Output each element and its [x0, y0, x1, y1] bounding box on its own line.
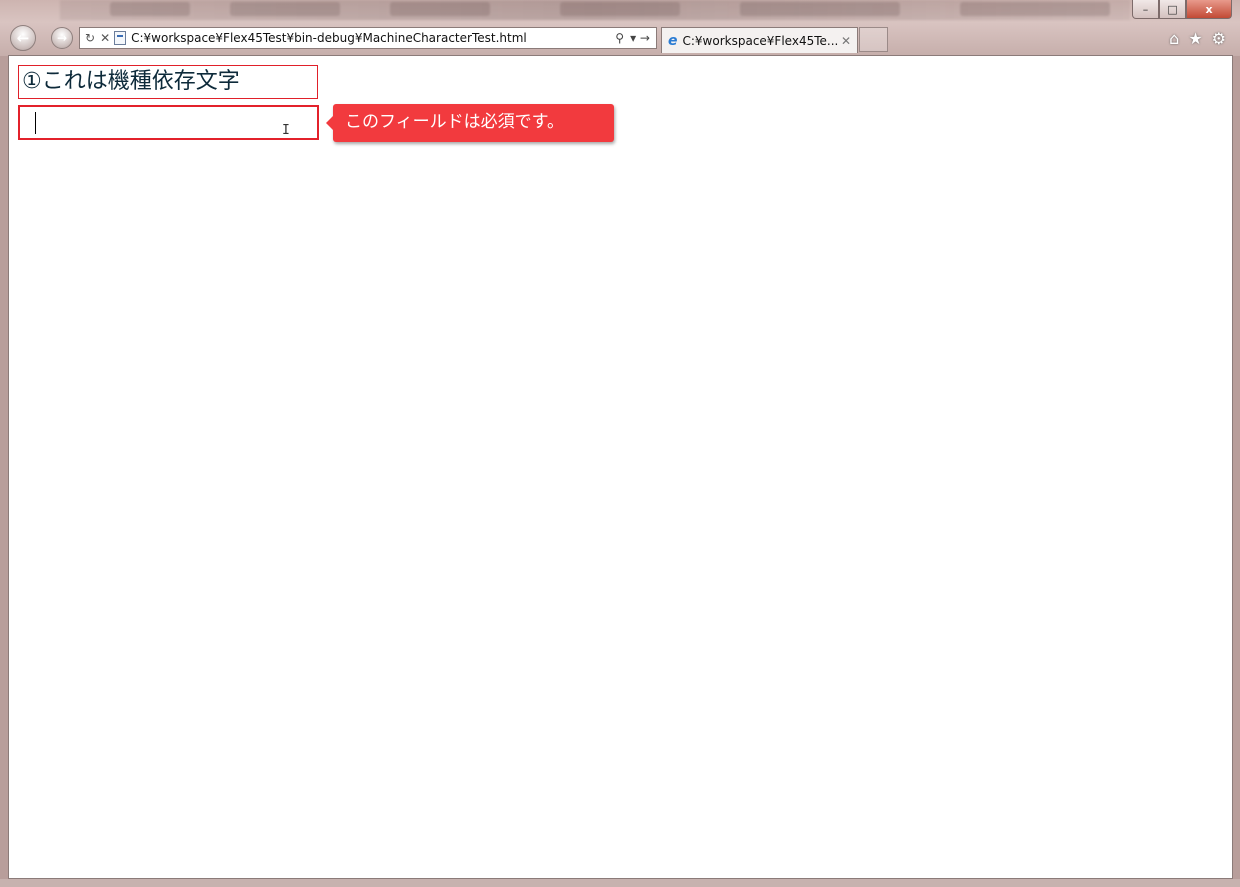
validation-tooltip: このフィールドは必須です。 — [326, 104, 614, 142]
refresh-icon[interactable]: ↻ — [85, 31, 95, 45]
stop-icon[interactable]: ✕ — [100, 31, 110, 45]
gear-icon[interactable]: ⚙ — [1212, 29, 1226, 48]
ie-logo-icon: e — [668, 32, 678, 49]
back-button[interactable]: ← — [10, 25, 36, 51]
command-tools: ⌂ ★ ⚙ — [1169, 29, 1226, 48]
close-button[interactable]: x — [1186, 0, 1232, 19]
new-tab-button[interactable] — [859, 27, 888, 52]
ghost-tab — [230, 2, 340, 16]
minimize-button[interactable]: – — [1132, 0, 1159, 19]
ghost-tab — [560, 2, 680, 16]
tab-title: C:¥workspace¥Flex45Te... — [682, 33, 839, 48]
text-caret — [35, 112, 36, 134]
window-controls: – □ x — [1132, 0, 1232, 20]
ibeam-cursor-icon: I — [282, 123, 290, 138]
home-icon[interactable]: ⌂ — [1169, 29, 1179, 48]
page-viewport — [8, 55, 1233, 879]
ghost-tab — [110, 2, 190, 16]
favorites-icon[interactable]: ★ — [1188, 29, 1202, 48]
tab-close-icon[interactable]: ✕ — [841, 34, 851, 48]
page-icon — [114, 31, 127, 45]
forward-button[interactable]: → — [51, 27, 73, 49]
field-label: ①これは機種依存文字 — [18, 65, 318, 99]
url-text[interactable]: C:¥workspace¥Flex45Test¥bin-debug¥Machin… — [131, 31, 615, 45]
blurred-background-tabs — [60, 0, 1130, 20]
required-text-input[interactable]: I — [18, 105, 319, 140]
tab-current[interactable]: e C:¥workspace¥Flex45Te... ✕ — [661, 27, 858, 53]
address-bar[interactable]: ↻ ✕ C:¥workspace¥Flex45Test¥bin-debug¥Ma… — [79, 27, 657, 49]
maximize-button[interactable]: □ — [1159, 0, 1186, 19]
go-arrow-icon[interactable]: ▾ → — [630, 31, 650, 45]
ghost-tab — [960, 2, 1110, 16]
window-bottom-border — [0, 879, 1240, 887]
ghost-tab — [390, 2, 490, 16]
ghost-tab — [740, 2, 900, 16]
search-icon[interactable]: ⚲ — [615, 31, 624, 45]
